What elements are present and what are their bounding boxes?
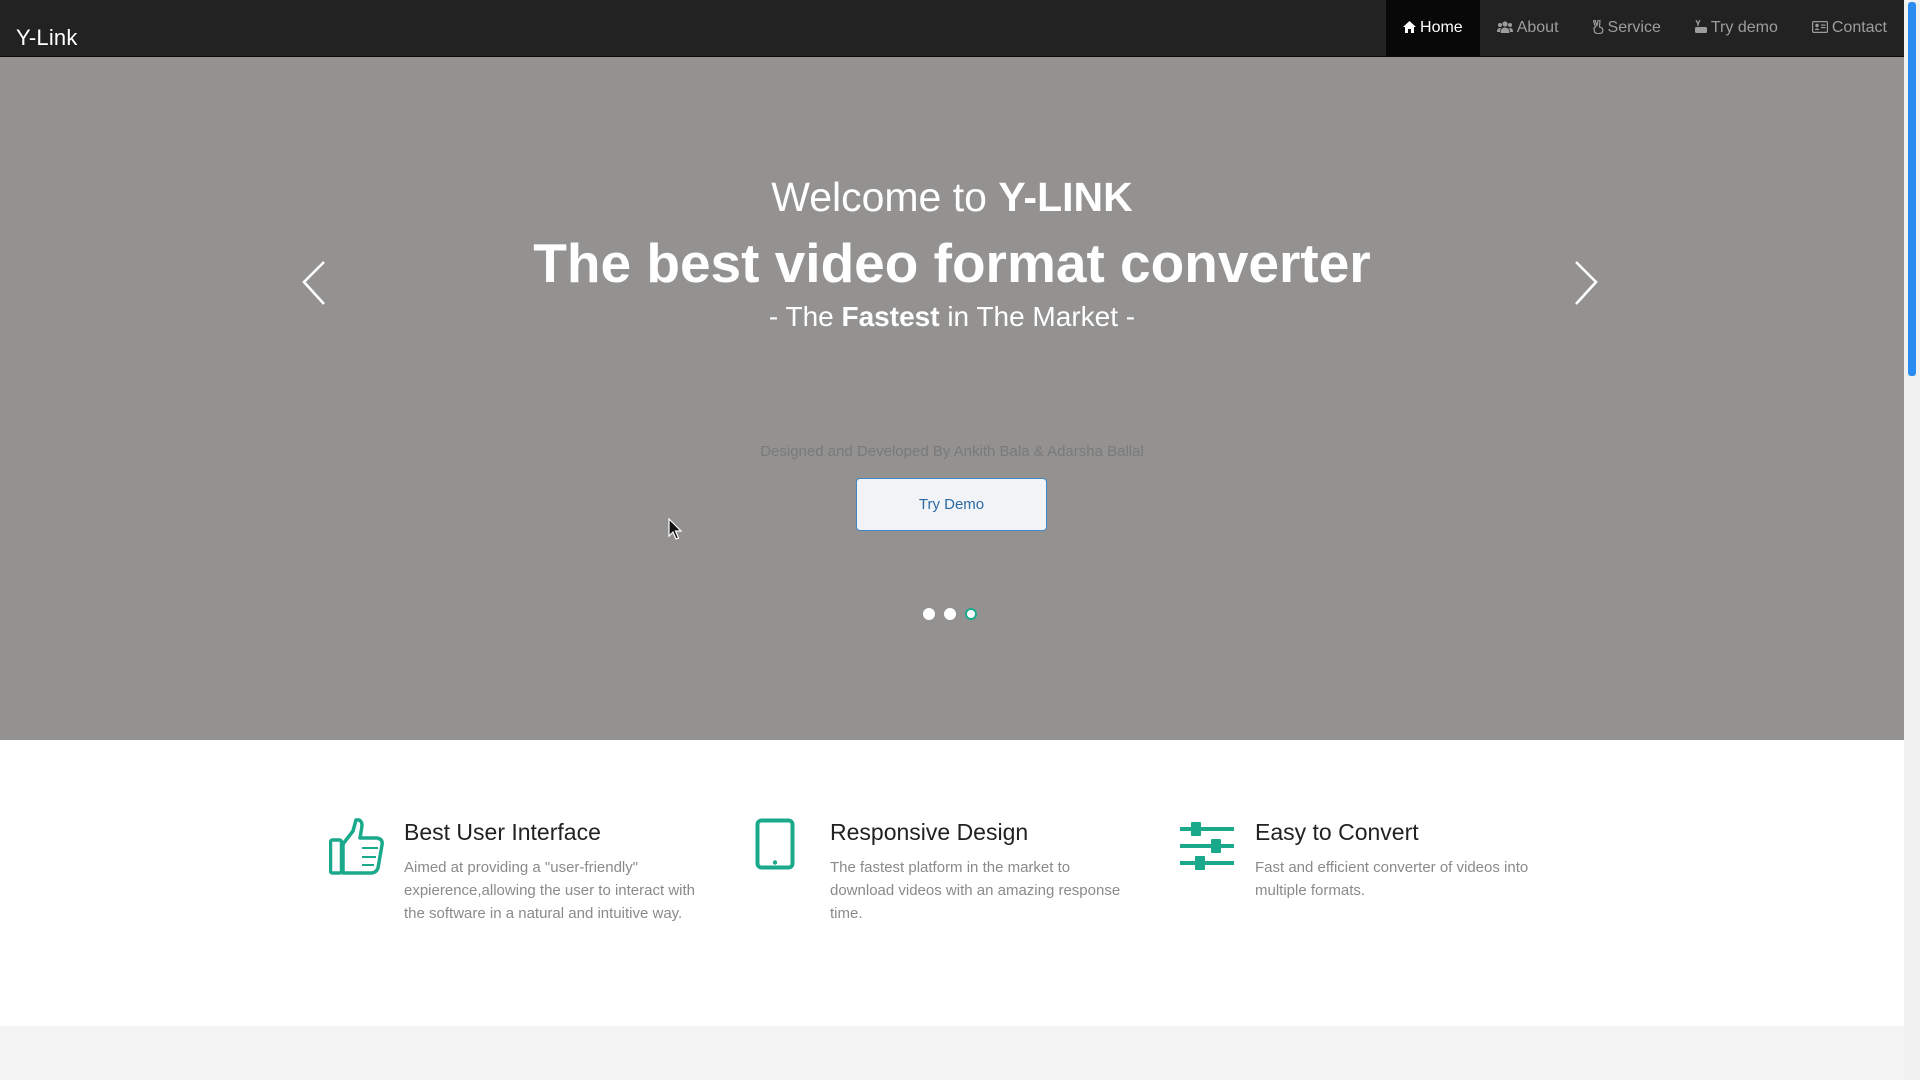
carousel-indicators <box>923 608 977 620</box>
nav-label-home: Home <box>1420 19 1463 36</box>
sliders-icon <box>1180 818 1240 878</box>
carousel-prev-button[interactable] <box>284 242 344 322</box>
credit-text: Designed and Developed By Ankith Bala & … <box>760 443 1144 460</box>
scrollbar-thumb[interactable] <box>1908 2 1916 376</box>
feature-text: Aimed at providing a "user-friendly" exp… <box>404 859 695 922</box>
nav-label-service: Service <box>1607 19 1661 36</box>
navbar: Y-Link Home About Service Try demo Conta… <box>0 0 1904 57</box>
feature-text: The fastest platform in the market to do… <box>830 859 1121 922</box>
nav-item-try-demo[interactable]: Try demo <box>1678 0 1795 56</box>
carousel-indicator-2[interactable] <box>944 608 956 620</box>
feature-text: Fast and efficient converter of videos i… <box>1255 859 1529 899</box>
nav-item-service[interactable]: Service <box>1576 0 1678 56</box>
feature-title: Best User Interface <box>404 819 601 845</box>
chevron-right-icon <box>1575 261 1598 305</box>
tagline-bold: Fastest <box>841 301 940 332</box>
home-icon <box>1403 20 1417 36</box>
carousel-next-button[interactable] <box>1556 242 1616 322</box>
try-demo-button[interactable]: Try Demo <box>856 478 1047 531</box>
address-card-icon <box>1811 20 1828 36</box>
tablet-icon <box>755 818 815 878</box>
page: Y-Link Home About Service Try demo Conta… <box>0 0 1904 1080</box>
chevron-left-icon <box>302 261 325 305</box>
carousel-indicator-3[interactable] <box>965 608 977 620</box>
feature-title: Easy to Convert <box>1255 819 1419 845</box>
welcome-brand: Y-LINK <box>998 174 1133 220</box>
feature-title: Responsive Design <box>830 819 1029 845</box>
hand-peace-icon <box>1592 18 1604 37</box>
features-section: Best User Interface Aimed at providing a… <box>0 740 1904 1026</box>
nav-label-contact: Contact <box>1831 19 1887 36</box>
tagline-suffix: in The Market - <box>939 301 1136 332</box>
nav-label-try-demo: Try demo <box>1710 19 1778 36</box>
welcome-heading: Welcome to Y-LINK <box>0 174 1904 221</box>
mouse-cursor-icon <box>668 517 684 542</box>
youtube-icon <box>1694 19 1707 36</box>
nav-item-contact[interactable]: Contact <box>1795 0 1904 56</box>
nav-item-about[interactable]: About <box>1480 0 1576 56</box>
welcome-prefix: Welcome to <box>771 174 999 220</box>
thumbs-up-icon <box>328 818 389 878</box>
nav-item-home[interactable]: Home <box>1386 0 1480 56</box>
nav-menu: Home About Service Try demo Contact <box>1386 0 1904 56</box>
next-section <box>0 1026 1904 1080</box>
hero-carousel: Welcome to Y-LINK The best video format … <box>0 57 1904 740</box>
tagline-prefix: - The <box>768 301 842 332</box>
carousel-indicator-1[interactable] <box>923 608 935 620</box>
brand-logo[interactable]: Y-Link <box>16 0 78 57</box>
users-icon <box>1496 20 1513 36</box>
page-scrollbar[interactable] <box>1904 0 1920 1080</box>
nav-label-about: About <box>1516 19 1559 36</box>
